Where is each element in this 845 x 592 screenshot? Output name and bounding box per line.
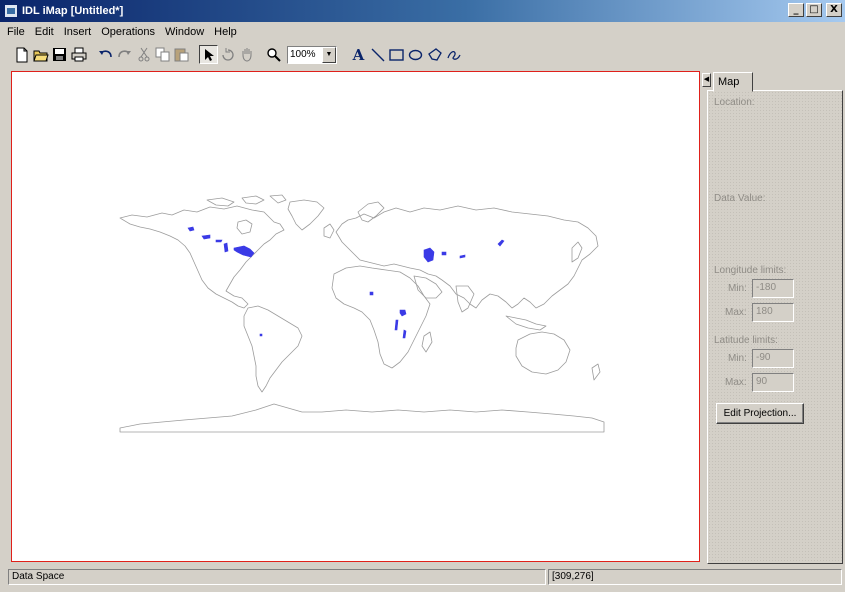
scandinavia-coastline (357, 201, 385, 223)
redo-icon[interactable] (115, 45, 134, 64)
save-icon[interactable] (50, 45, 69, 64)
lake-balkhash (459, 254, 466, 259)
undo-icon[interactable] (96, 45, 115, 64)
lon-min-field[interactable]: -180 (752, 279, 794, 298)
new-zealand-coastline (591, 363, 601, 381)
zoom-value: 100% (290, 48, 316, 60)
text-icon[interactable]: A (349, 45, 368, 64)
status-mode: Data Space (8, 569, 546, 585)
data-value-label: Data Value: (714, 193, 766, 204)
lake-tanganyika (394, 319, 399, 331)
great-bear-lake (187, 226, 195, 232)
latitude-limits-label: Latitude limits: (714, 335, 778, 346)
lon-min-label: Min: (728, 283, 747, 294)
madagascar-coastline (421, 331, 433, 353)
lon-max-field[interactable]: 180 (752, 303, 794, 322)
polygon-icon[interactable] (425, 45, 444, 64)
greenland-coastline (287, 199, 325, 231)
lat-min-field[interactable]: -90 (752, 349, 794, 368)
freehand-icon[interactable] (444, 45, 463, 64)
australia-coastline (515, 331, 571, 375)
paste-icon[interactable] (172, 45, 191, 64)
lake-athabasca (215, 239, 223, 243)
lake-chad (369, 291, 374, 296)
close-button[interactable]: X (826, 3, 842, 17)
toolbar: 100% ▼ A (0, 41, 845, 68)
maximize-button[interactable]: □ (806, 3, 822, 17)
antarctica-coastline (119, 403, 605, 433)
lon-max-label: Max: (725, 307, 747, 318)
line-icon[interactable] (368, 45, 387, 64)
window-title: IDL iMap [Untitled*] (22, 5, 124, 17)
menu-insert[interactable]: Insert (59, 26, 97, 38)
arctic-islands-coastline (206, 194, 287, 207)
great-lakes (233, 245, 255, 258)
japan-coastline (571, 241, 583, 263)
lat-max-label: Max: (725, 377, 747, 388)
window-controls: _ □ X (788, 3, 842, 17)
longitude-limits-label: Longitude limits: (714, 265, 787, 276)
zoom-select[interactable]: 100% ▼ (287, 45, 337, 64)
south-america-coastline (243, 305, 303, 393)
app-icon (4, 4, 18, 18)
aral-sea (441, 251, 447, 256)
lake-baikal (497, 239, 505, 247)
lat-min-label: Min: (728, 353, 747, 364)
cut-icon[interactable] (134, 45, 153, 64)
status-coordinates: [309,276] (548, 569, 842, 585)
rotate-icon[interactable] (218, 45, 237, 64)
location-label: Location: (714, 97, 755, 108)
zoom-icon[interactable] (264, 45, 283, 64)
great-slave-lake (201, 234, 211, 240)
open-folder-icon[interactable] (31, 45, 50, 64)
copy-icon[interactable] (153, 45, 172, 64)
pan-hand-icon[interactable] (237, 45, 256, 64)
panel-collapse-button[interactable]: ◀ (702, 73, 711, 87)
rectangle-icon[interactable] (387, 45, 406, 64)
world-map (119, 194, 605, 433)
hudson-bay-coastline (236, 219, 253, 235)
lake-malawi (402, 329, 407, 339)
status-bar: Data Space [309,276] (0, 568, 845, 592)
lake-victoria (399, 309, 407, 317)
caspian-sea (423, 247, 435, 263)
menu-edit[interactable]: Edit (30, 26, 59, 38)
map-canvas[interactable] (11, 71, 700, 562)
menu-file[interactable]: File (2, 26, 30, 38)
chevron-down-icon[interactable]: ▼ (322, 46, 336, 63)
menu-help[interactable]: Help (209, 26, 242, 38)
lake-winnipeg (223, 242, 229, 253)
menu-window[interactable]: Window (160, 26, 209, 38)
indonesia-coastline (505, 315, 547, 331)
select-arrow-icon[interactable] (199, 45, 218, 64)
lake-titicaca (259, 333, 263, 337)
minimize-button[interactable]: _ (788, 3, 804, 17)
map-panel: Location: Data Value: Longitude limits: … (707, 90, 843, 564)
ellipse-icon[interactable] (406, 45, 425, 64)
print-icon[interactable] (69, 45, 88, 64)
menu-operations[interactable]: Operations (96, 26, 160, 38)
title-bar: IDL iMap [Untitled*] _ □ X (0, 0, 845, 22)
british-isles-coastline (323, 223, 335, 239)
tab-map[interactable]: Map (713, 72, 753, 92)
edit-projection-button[interactable]: Edit Projection... (716, 403, 804, 424)
north-america-coastline (119, 205, 285, 309)
lat-max-field[interactable]: 90 (752, 373, 794, 392)
menu-bar: File Edit Insert Operations Window Help (0, 22, 845, 41)
eurasia-coastline (335, 205, 599, 309)
new-file-icon[interactable] (12, 45, 31, 64)
